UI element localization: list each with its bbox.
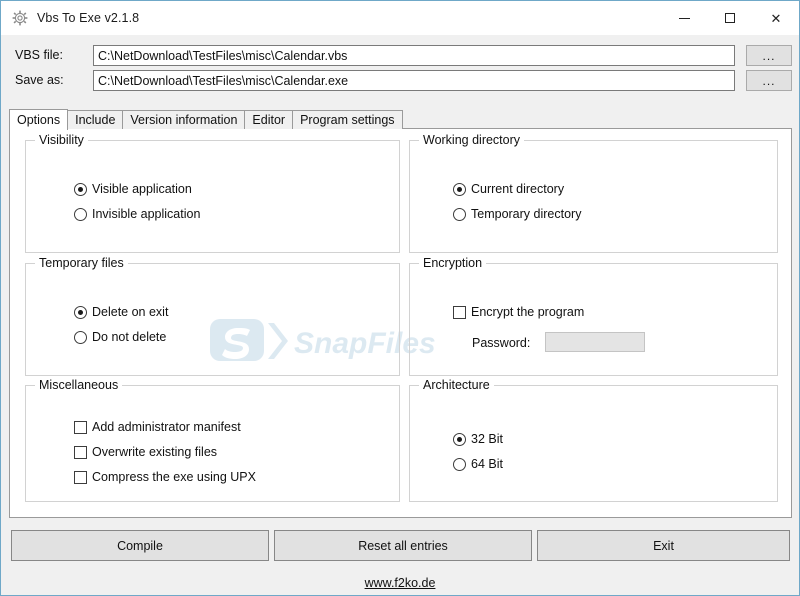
checkbox-overwrite-existing-files[interactable]: Overwrite existing files <box>74 445 217 459</box>
exit-button[interactable]: Exit <box>537 530 790 561</box>
option-label: Overwrite existing files <box>92 445 218 459</box>
checkbox-indicator <box>74 445 87 459</box>
minimize-button[interactable] <box>661 1 707 35</box>
reset-all-entries-button[interactable]: Reset all entries <box>274 530 532 561</box>
radio-indicator <box>74 330 87 344</box>
save-as-row: Save as: ... <box>2 70 798 92</box>
options-tab-panel: SnapFiles Visibility Visible application… <box>9 128 792 518</box>
radio-current-directory[interactable]: Current directory <box>453 182 564 196</box>
tab-options[interactable]: Options <box>9 109 69 130</box>
tab-version-information[interactable]: Version information <box>122 110 246 129</box>
radio-indicator <box>74 182 87 196</box>
vbs-file-input[interactable] <box>93 45 735 66</box>
tab-strip: Options Include Version information Edit… <box>9 109 403 130</box>
window-title: Vbs To Exe v2.1.8 <box>37 11 140 25</box>
radio-temporary-directory[interactable]: Temporary directory <box>453 207 581 221</box>
tab-program-settings[interactable]: Program settings <box>292 110 403 129</box>
vbs-file-row: VBS file: ... <box>2 45 798 67</box>
group-architecture: Architecture 32 Bit 64 Bit <box>409 378 778 502</box>
radio-delete-on-exit[interactable]: Delete on exit <box>74 305 168 319</box>
maximize-button[interactable] <box>707 1 753 35</box>
option-label: Compress the exe using UPX <box>92 470 256 484</box>
radio-indicator <box>453 432 466 446</box>
radio-64-bit[interactable]: 64 Bit <box>453 457 503 471</box>
group-miscellaneous-title: Miscellaneous <box>35 378 123 392</box>
maximize-icon <box>725 13 735 23</box>
checkbox-indicator <box>74 470 87 484</box>
website-link[interactable]: www.f2ko.de <box>365 576 436 590</box>
tab-include[interactable]: Include <box>67 110 124 129</box>
option-label: Encrypt the program <box>471 305 585 319</box>
option-label: 32 Bit <box>471 432 503 446</box>
radio-indicator <box>74 305 87 319</box>
option-label: Current directory <box>471 182 565 196</box>
group-temporary-files: Temporary files Delete on exit Do not de… <box>25 256 400 376</box>
radio-visible-application[interactable]: Visible application <box>74 182 192 196</box>
minimize-icon <box>678 17 690 19</box>
radio-indicator <box>453 207 466 221</box>
close-icon: ✕ <box>770 10 782 26</box>
option-label: 64 Bit <box>471 457 503 471</box>
close-button[interactable]: ✕ <box>753 1 799 35</box>
checkbox-indicator <box>74 420 87 434</box>
group-encryption-title: Encryption <box>419 256 487 270</box>
option-label: Do not delete <box>92 330 167 344</box>
application-window: Vbs To Exe v2.1.8 ✕ VBS file: ... Save a… <box>0 0 800 596</box>
save-as-label: Save as: <box>15 73 64 87</box>
group-working-directory-title: Working directory <box>419 133 525 147</box>
file-fields-area: VBS file: ... Save as: ... <box>2 35 798 104</box>
group-encryption: Encryption Encrypt the program Password: <box>409 256 778 376</box>
checkbox-indicator <box>453 305 466 319</box>
password-label: Password: <box>472 336 531 350</box>
tab-editor[interactable]: Editor <box>244 110 294 129</box>
vbs-file-browse-button[interactable]: ... <box>746 45 792 66</box>
checkbox-encrypt-the-program[interactable]: Encrypt the program <box>453 305 584 319</box>
option-label: Invisible application <box>92 207 201 221</box>
radio-invisible-application[interactable]: Invisible application <box>74 207 200 221</box>
option-label: Delete on exit <box>92 305 169 319</box>
radio-32-bit[interactable]: 32 Bit <box>453 432 503 446</box>
action-button-bar: Compile Reset all entries Exit <box>9 530 792 563</box>
password-input[interactable] <box>545 332 645 352</box>
radio-indicator <box>453 182 466 196</box>
group-visibility: Visibility Visible application Invisible… <box>25 133 400 253</box>
save-as-input[interactable] <box>93 70 735 91</box>
radio-do-not-delete[interactable]: Do not delete <box>74 330 166 344</box>
radio-indicator <box>453 457 466 471</box>
group-visibility-title: Visibility <box>35 133 88 147</box>
checkbox-add-administrator-manifest[interactable]: Add administrator manifest <box>74 420 241 434</box>
window-controls: ✕ <box>661 1 799 35</box>
checkbox-compress-the-exe-using-upx[interactable]: Compress the exe using UPX <box>74 470 256 484</box>
group-architecture-title: Architecture <box>419 378 494 392</box>
option-label: Temporary directory <box>471 207 582 221</box>
radio-indicator <box>74 207 87 221</box>
save-as-browse-button[interactable]: ... <box>746 70 792 91</box>
group-working-directory: Working directory Current directory Temp… <box>409 133 778 253</box>
option-label: Visible application <box>92 182 192 196</box>
gear-icon <box>12 10 28 26</box>
footer: www.f2ko.de <box>1 576 799 590</box>
group-temporary-files-title: Temporary files <box>35 256 128 270</box>
title-bar: Vbs To Exe v2.1.8 ✕ <box>1 1 799 35</box>
vbs-file-label: VBS file: <box>15 48 63 62</box>
compile-button[interactable]: Compile <box>11 530 269 561</box>
option-label: Add administrator manifest <box>92 420 241 434</box>
group-miscellaneous: Miscellaneous Add administrator manifest… <box>25 378 400 502</box>
